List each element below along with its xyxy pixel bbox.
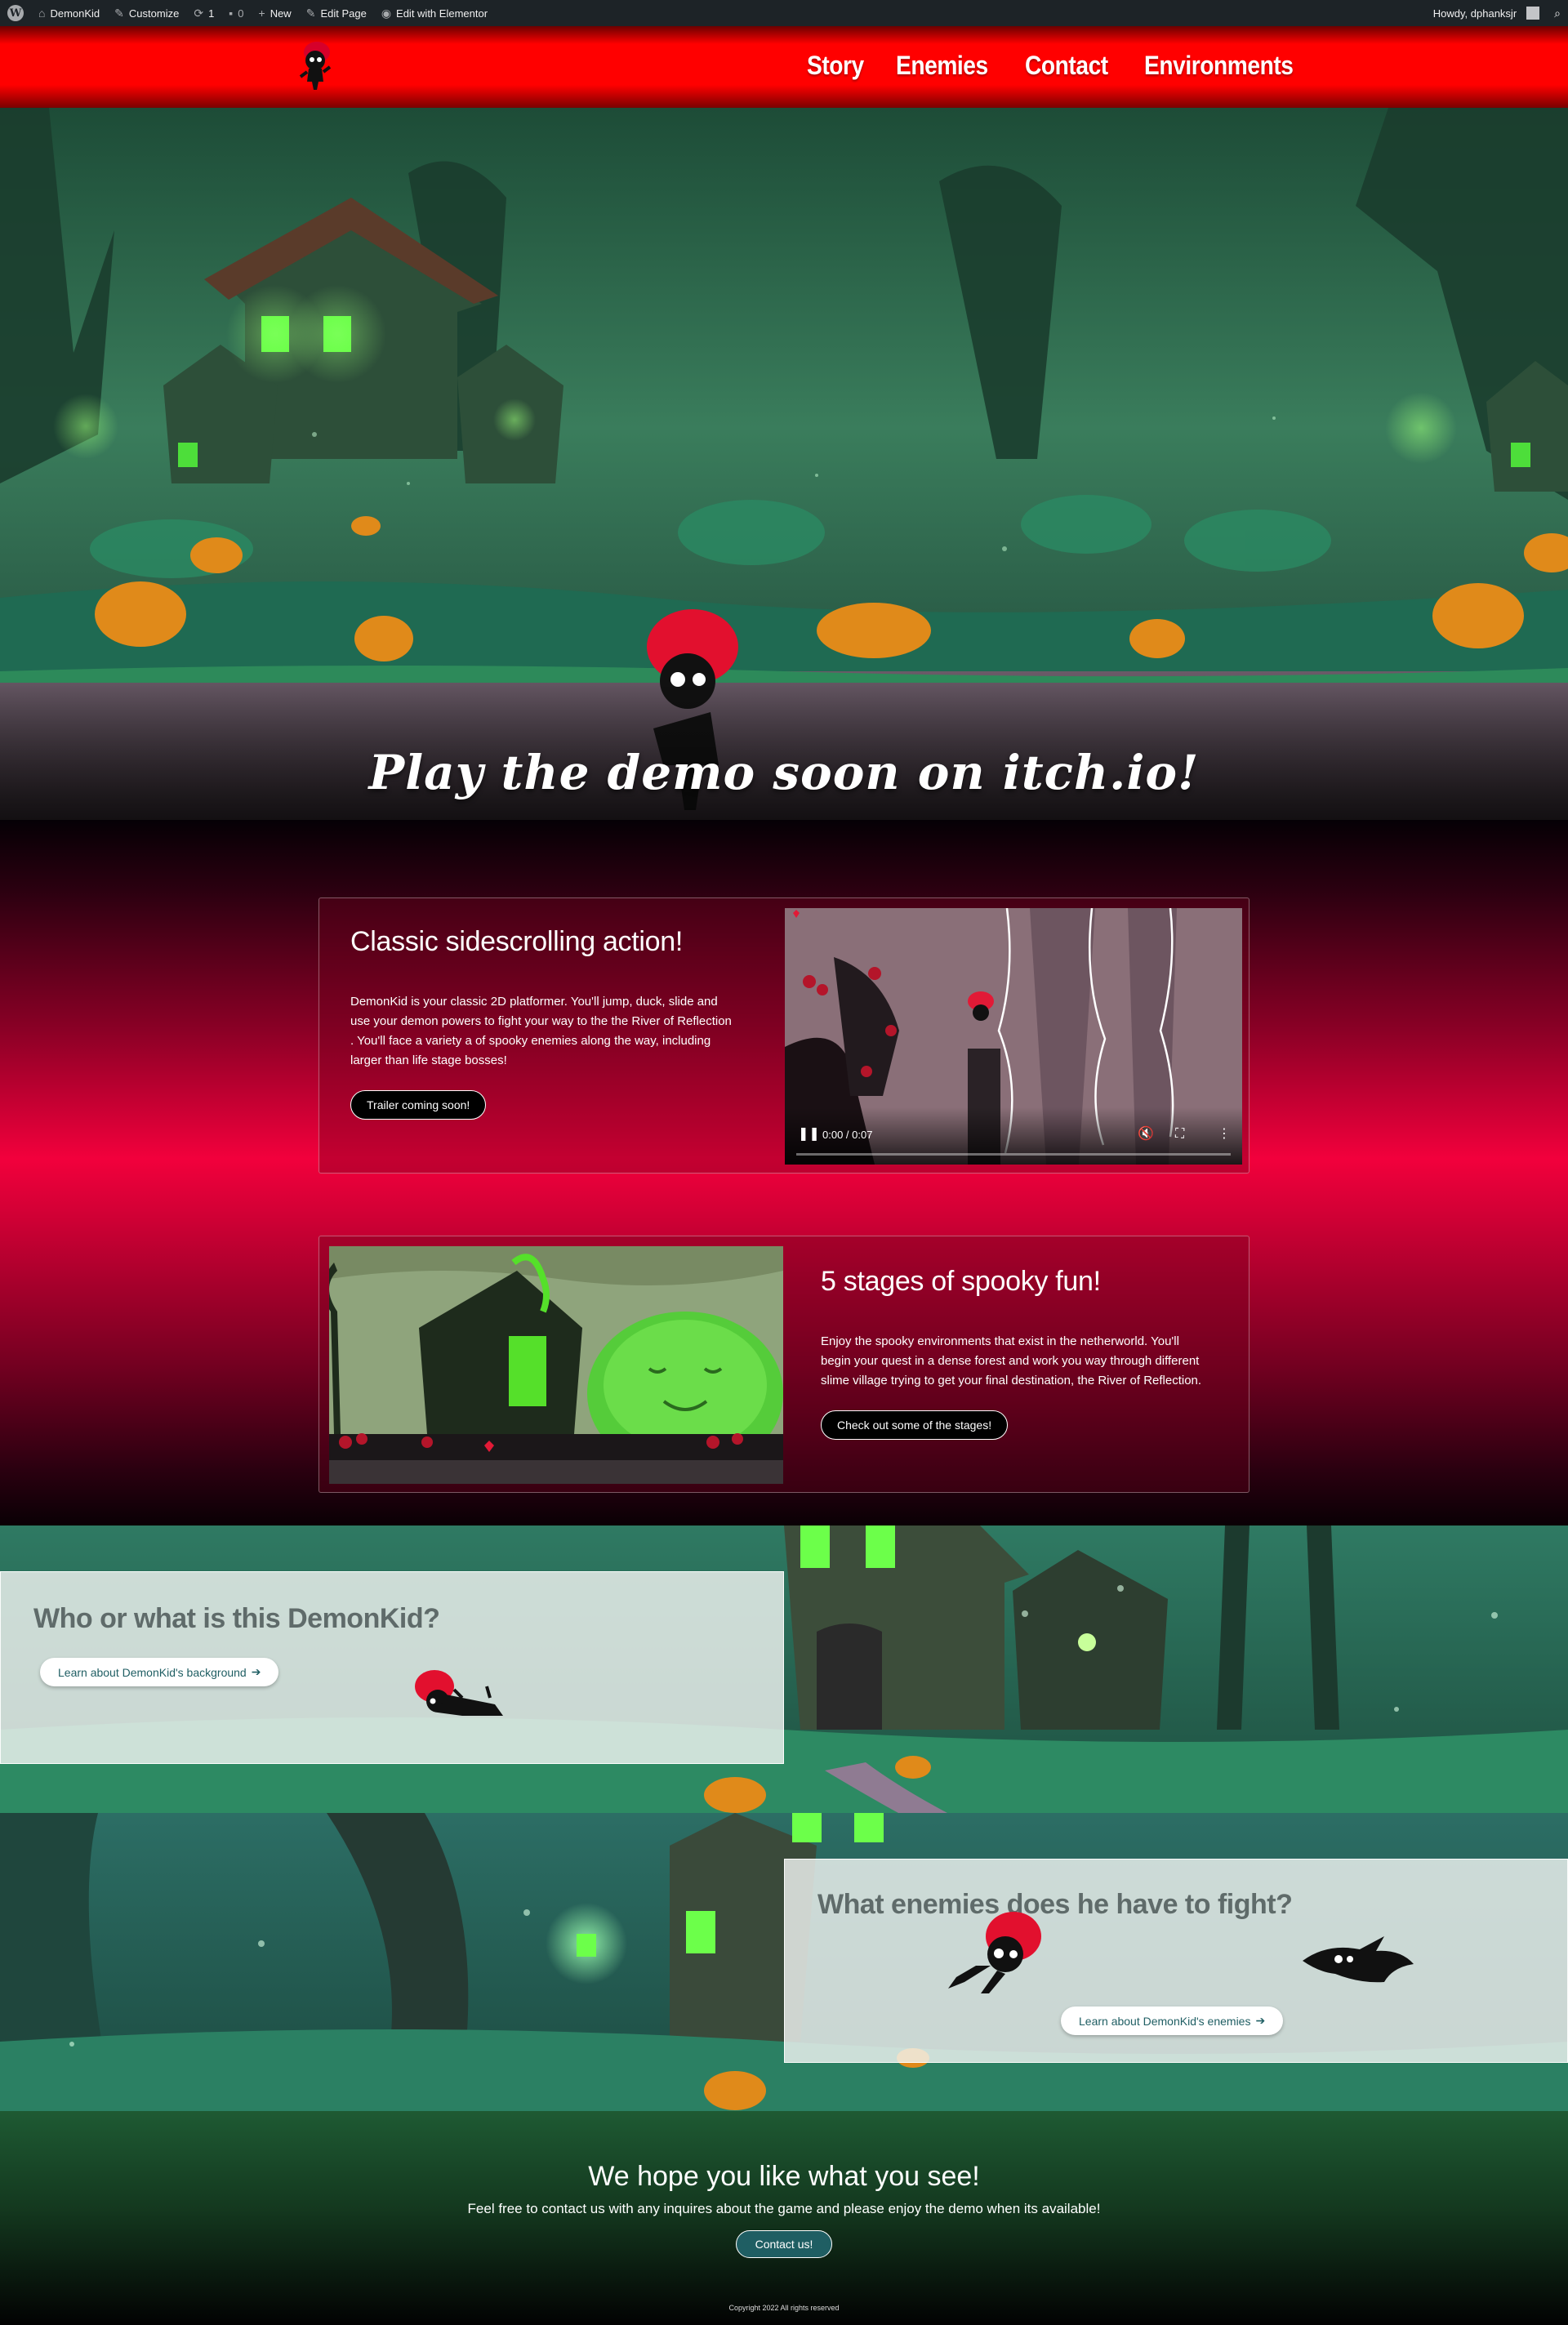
site-name-label: DemonKid — [50, 7, 100, 20]
nav-enemies[interactable]: Enemies — [896, 51, 988, 81]
feature-text: Classic sidescrolling action! DemonKid i… — [350, 926, 734, 1120]
video-progress-bar[interactable] — [796, 1153, 1231, 1156]
howdy-label: Howdy, dphanksjr — [1432, 7, 1517, 20]
pencil-icon: ✎ — [305, 6, 316, 20]
updates-icon: ⟳ — [194, 6, 204, 20]
hero-section: Play the demo soon on itch.io! — [0, 108, 1568, 820]
stages-button[interactable]: Check out some of the stages! — [821, 1410, 1009, 1440]
story-link-button[interactable]: Learn about DemonKid's background ➔ — [40, 1658, 279, 1686]
nav-contact[interactable]: Contact — [1025, 51, 1108, 81]
comments-link[interactable]: ▪ 0 — [221, 0, 251, 26]
new-content-link[interactable]: + New — [252, 0, 299, 26]
slime-village-illustration — [329, 1246, 783, 1484]
site-header: Story Enemies Contact Environments — [0, 26, 1568, 108]
arrow-right-icon: ➔ — [251, 1665, 261, 1678]
new-label: New — [270, 7, 292, 20]
contact-button[interactable]: Contact us! — [736, 2230, 832, 2258]
enemies-title: What enemies does he have to fight? — [817, 1889, 1293, 1920]
story-panel: Who or what is this DemonKid? Learn abou… — [0, 1571, 784, 1764]
search-toggle[interactable]: ⌕ — [1547, 0, 1568, 26]
footer-title: We hope you like what you see! — [588, 2161, 980, 2192]
feature-card-stages: 5 stages of spooky fun! Enjoy the spooky… — [318, 1236, 1250, 1493]
main-nav: Story Enemies Contact Environments — [807, 51, 1313, 81]
feature-body: Enjoy the spooky environments that exist… — [821, 1334, 1202, 1387]
trailer-button[interactable]: Trailer coming soon! — [350, 1090, 487, 1120]
enemies-panel: What enemies does he have to fight? Lear… — [784, 1859, 1568, 2063]
feature-text: 5 stages of spooky fun! Enjoy the spooky… — [821, 1266, 1205, 1440]
edit-elementor-label: Edit with Elementor — [396, 7, 488, 20]
elementor-icon: ◉ — [381, 6, 392, 20]
mute-icon[interactable]: 🔇 — [1138, 1125, 1154, 1141]
demonkid-jumping-sprite — [948, 1912, 1041, 1993]
hero-forest-illustration — [0, 108, 1568, 820]
demonkid-logo[interactable] — [296, 39, 335, 93]
feature-title: 5 stages of spooky fun! — [821, 1266, 1101, 1297]
site-footer: We hope you like what you see! Feel free… — [0, 2111, 1568, 2325]
nav-environments[interactable]: Environments — [1144, 51, 1294, 81]
updates-count: 1 — [208, 7, 215, 20]
plus-icon: + — [258, 7, 265, 20]
copyright: Copyright 2022 All rights reserved — [728, 2304, 840, 2312]
story-title: Who or what is this DemonKid? — [33, 1603, 440, 1634]
nav-story[interactable]: Story — [807, 51, 864, 81]
more-options-icon[interactable]: ⋮ — [1218, 1125, 1231, 1141]
feature-card-action: Classic sidescrolling action! DemonKid i… — [318, 897, 1250, 1174]
edit-page-label: Edit Page — [320, 7, 367, 20]
fullscreen-icon[interactable]: ⛶ — [1175, 1125, 1184, 1142]
account-menu[interactable]: Howdy, dphanksjr — [1426, 0, 1547, 26]
customize-link[interactable]: ✎ Customize — [107, 0, 186, 26]
enemies-link-button[interactable]: Learn about DemonKid's enemies ➔ — [1061, 2007, 1284, 2035]
story-section: Who or what is this DemonKid? Learn abou… — [0, 1526, 1568, 1813]
feature-body: DemonKid is your classic 2D platformer. … — [350, 995, 732, 1067]
avatar — [1526, 7, 1540, 20]
wordpress-icon: W — [7, 5, 24, 21]
edit-page-link[interactable]: ✎ Edit Page — [299, 0, 374, 26]
comment-icon: ▪ — [229, 7, 234, 20]
enemies-link-label: Learn about DemonKid's enemies — [1079, 2014, 1251, 2028]
demonkid-lying-sprite — [415, 1670, 503, 1716]
gameplay-video[interactable]: ❚❚ 0:00 / 0:07 🔇 ⛶ ⋮ — [785, 908, 1242, 1165]
video-controls: ❚❚ 0:00 / 0:07 🔇 ⛶ ⋮ — [785, 1107, 1242, 1165]
search-icon: ⌕ — [1554, 6, 1561, 20]
customize-label: Customize — [128, 7, 180, 20]
edit-elementor-link[interactable]: ◉ Edit with Elementor — [374, 0, 495, 26]
dashboard-icon: ⌂ — [38, 7, 46, 20]
story-link-label: Learn about DemonKid's background — [58, 1665, 247, 1679]
wp-logo-menu[interactable]: W — [0, 0, 31, 26]
site-name-link[interactable]: ⌂ DemonKid — [31, 0, 107, 26]
comments-count: 0 — [238, 7, 244, 20]
hero-caption: Play the demo soon on itch.io! — [368, 745, 1200, 800]
feature-title: Classic sidescrolling action! — [350, 926, 684, 957]
video-time: 0:00 / 0:07 — [822, 1129, 873, 1141]
slime-village-image — [329, 1246, 783, 1484]
footer-text: Feel free to contact us with any inquire… — [467, 2201, 1101, 2216]
pause-icon[interactable]: ❚❚ — [798, 1125, 820, 1141]
admin-bar: W ⌂ DemonKid ✎ Customize ⟳ 1 ▪ 0 + New ✎ Edit … — [0, 0, 1568, 26]
crow-enemy-sprite — [1303, 1936, 1414, 1983]
enemies-section: What enemies does he have to fight? Lear… — [0, 1813, 1568, 2111]
arrow-right-icon: ➔ — [1255, 2014, 1266, 2027]
updates-link[interactable]: ⟳ 1 — [186, 0, 221, 26]
brush-icon: ✎ — [114, 6, 124, 20]
